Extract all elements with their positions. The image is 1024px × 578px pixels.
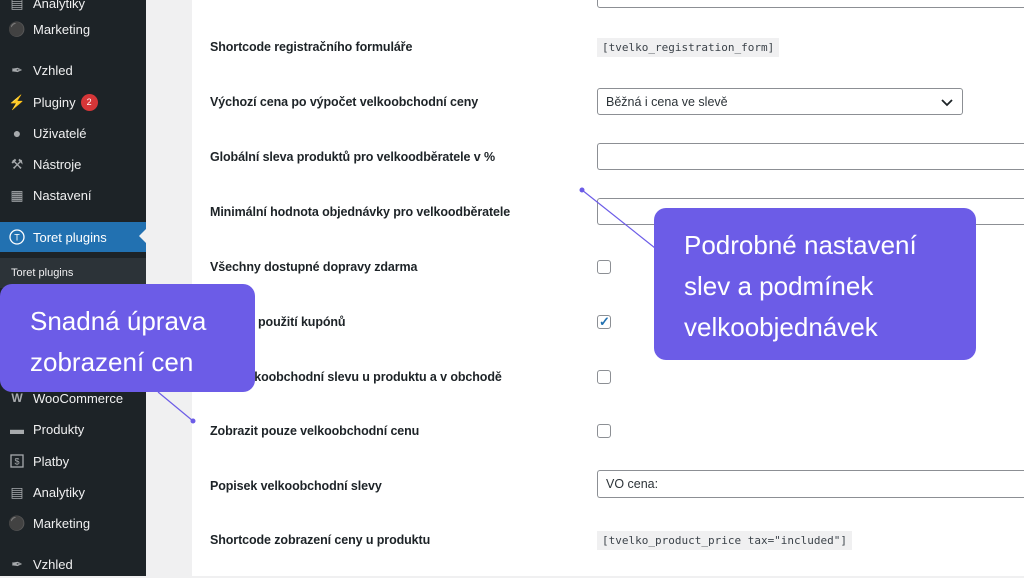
- menu-item-label: Produkty: [33, 421, 85, 437]
- toret-icon: T: [8, 229, 26, 245]
- megaphone-icon: ⚫: [8, 20, 26, 37]
- row-label-registration-shortcode: Shortcode registračního formuláře: [210, 40, 413, 54]
- woocommerce-icon: W: [11, 391, 23, 405]
- bar-chart-icon: ▤: [10, 0, 24, 11]
- partial-input-top[interactable]: [597, 0, 1024, 8]
- menu-item-label: Nástroje: [33, 156, 82, 172]
- payment-icon: $: [8, 453, 26, 469]
- callout-discount-settings: Podrobné nastavení slev a podmínek velko…: [654, 208, 976, 360]
- menu-item-label: Marketing: [33, 21, 91, 37]
- plug-icon: ⚡: [8, 93, 26, 110]
- row-label-discount-caption: Popisek velkoobchodní slevy: [210, 479, 382, 493]
- callout-line: zobrazení cen: [30, 347, 194, 377]
- menu-item-marketing[interactable]: ⚫ Marketing: [0, 509, 146, 537]
- callout-line: Podrobné nastavení: [684, 230, 917, 260]
- paintbrush-icon: ✒: [11, 61, 23, 78]
- menu-item-label: Toret plugins: [33, 229, 107, 245]
- menu-item-platby[interactable]: $ Platby: [0, 447, 146, 475]
- menu-item-label: Vzhled: [33, 556, 73, 572]
- callout-line: Snadná úprava: [30, 306, 207, 336]
- callout-line: slev a podmínek: [684, 271, 874, 301]
- update-count-badge: 2: [80, 93, 98, 111]
- settings-icon: ▦: [10, 186, 24, 203]
- chevron-down-icon: [941, 99, 953, 107]
- svg-text:$: $: [14, 457, 19, 467]
- row-label-global-discount: Globální sleva produktů pro velkoodběrat…: [210, 150, 495, 164]
- menu-item-produkty[interactable]: ▬ Produkty: [0, 415, 146, 443]
- callout-line: velkoobjednávek: [684, 312, 878, 342]
- price-shortcode-code: [tvelko_product_price tax="included"]: [597, 531, 853, 550]
- row-label-show-wholesale-discount: elkoobchodní slevu u produktu a v obchod…: [244, 370, 502, 384]
- registration-shortcode-code: [tvelko_registration_form]: [597, 38, 780, 57]
- row-label-price-shortcode: Shortcode zobrazení ceny u produktu: [210, 533, 431, 547]
- wrench-icon: ⚒: [10, 155, 24, 172]
- row-label-default-price: Výchozí cena po výpočet velkoobchodní ce…: [210, 95, 479, 109]
- callout-price-display: Snadná úprava zobrazení cen: [0, 284, 255, 392]
- menu-item-analytiky[interactable]: ▤ Analytiky: [0, 478, 146, 506]
- menu-item-uzivatele[interactable]: ● Uživatelé: [0, 119, 146, 147]
- menu-item-label: Marketing: [33, 515, 91, 531]
- bar-chart-icon: ▤: [10, 483, 24, 500]
- row-label-min-order: Minimální hodnota objednávky pro velkood…: [210, 205, 511, 219]
- menu-item-label: Pluginy: [33, 94, 76, 110]
- row-label-coupons: použití kupónů: [258, 315, 346, 329]
- checkmark-icon: ✓: [599, 314, 610, 329]
- paintbrush-icon: ✒: [11, 555, 23, 572]
- menu-item-pluginy[interactable]: ⚡ Pluginy 2: [0, 88, 146, 116]
- discount-caption-input[interactable]: VO cena:: [597, 470, 1024, 498]
- menu-item-label: Analytiky: [33, 0, 86, 11]
- show-wholesale-discount-checkbox[interactable]: [597, 370, 611, 384]
- megaphone-icon: ⚫: [8, 514, 26, 531]
- free-shipping-checkbox[interactable]: [597, 260, 611, 274]
- menu-item-toret-plugins[interactable]: T Toret plugins: [0, 222, 146, 252]
- menu-item-nastaveni[interactable]: ▦ Nastavení: [0, 181, 146, 209]
- left-callout-connector: [157, 391, 194, 422]
- row-label-only-wholesale-price: Zobrazit pouze velkoobchodní cenu: [210, 424, 420, 438]
- menu-item-label: Nastavení: [33, 187, 92, 203]
- row-label-free-shipping: Všechny dostupné dopravy zdarma: [210, 260, 418, 274]
- menu-item-marketing-top[interactable]: ⚫ Marketing: [0, 15, 146, 43]
- menu-item-vzhled[interactable]: ✒ Vzhled: [0, 56, 146, 84]
- menu-item-label: Vzhled: [33, 62, 73, 78]
- archive-icon: ▬: [10, 421, 24, 437]
- only-wholesale-price-checkbox[interactable]: [597, 424, 611, 438]
- menu-item-label: WooCommerce: [33, 390, 124, 406]
- menu-item-label: Uživatelé: [33, 125, 87, 141]
- default-price-select[interactable]: Běžná i cena ve slevě: [597, 88, 963, 115]
- user-icon: ●: [12, 125, 22, 141]
- global-discount-input[interactable]: [597, 143, 1024, 170]
- svg-text:T: T: [14, 233, 20, 243]
- coupons-checkbox[interactable]: ✓: [597, 314, 611, 329]
- menu-item-vzhled-bottom[interactable]: ✒ Vzhled: [0, 550, 146, 578]
- select-value: Běžná i cena ve slevě: [606, 94, 728, 109]
- menu-item-nastroje[interactable]: ⚒ Nástroje: [0, 150, 146, 178]
- menu-item-label: Analytiky: [33, 484, 86, 500]
- menu-item-label: Platby: [33, 453, 70, 469]
